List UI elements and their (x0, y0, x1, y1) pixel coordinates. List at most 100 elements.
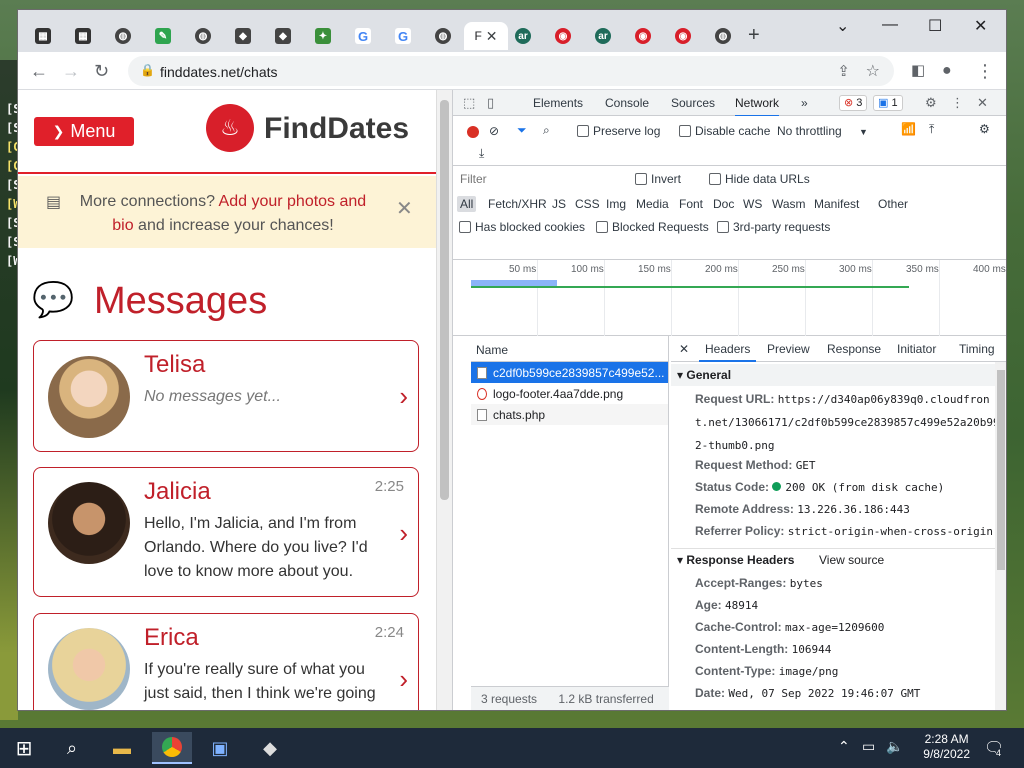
tab-8[interactable]: ✦ (304, 22, 342, 50)
network-settings-icon[interactable]: ⚙ (979, 122, 990, 136)
type-filter-font[interactable]: Font (676, 196, 706, 212)
type-filter-fetch[interactable]: Fetch/XHR (485, 196, 550, 212)
maximize-icon[interactable]: ☐ (928, 16, 942, 36)
network-overview-timeline[interactable]: 50 ms 100 ms 150 ms 200 ms 250 ms 300 ms… (453, 260, 1006, 336)
chat-card-jalicia[interactable]: Jalicia 2:25 Hello, I'm Jalicia, and I'm… (33, 467, 419, 597)
scrollbar-thumb[interactable] (997, 370, 1005, 570)
tab-initiator[interactable]: Initiator (897, 342, 936, 356)
message-count-badge[interactable]: ▣ 1 (873, 95, 903, 111)
bookmark-star-icon[interactable]: ☆ (866, 61, 880, 81)
roblox-icon[interactable]: ◆ (250, 732, 290, 764)
blocked-requests-checkbox[interactable]: Blocked Requests (596, 220, 709, 234)
clock[interactable]: 2:28 AM 9/8/2022 (923, 732, 970, 762)
search-icon[interactable]: ⌕ (52, 732, 92, 764)
finddates-logo-icon[interactable]: ♨ (206, 104, 254, 152)
request-row[interactable]: logo-footer.4aa7dde.png (471, 383, 668, 404)
close-details-icon[interactable]: ✕ (679, 342, 689, 356)
share-icon[interactable]: ⇪ (837, 62, 850, 80)
third-party-checkbox[interactable]: 3rd-party requests (717, 220, 830, 234)
tab-17[interactable]: ◉ (664, 22, 702, 50)
tab-preview[interactable]: Preview (767, 342, 810, 356)
tab-5[interactable]: ◍ (184, 22, 222, 50)
inspect-element-icon[interactable]: ⬚ (463, 95, 475, 111)
tab-6[interactable]: ◆ (224, 22, 262, 50)
type-filter-img[interactable]: Img (603, 196, 629, 212)
tab-18[interactable]: ◍ (704, 22, 742, 50)
blocked-cookies-checkbox[interactable]: Has blocked cookies (459, 220, 585, 234)
type-filter-all[interactable]: All (457, 196, 477, 212)
tab-4[interactable]: ✎ (144, 22, 182, 50)
tab-network[interactable]: Network (735, 96, 780, 117)
network-conditions-icon[interactable]: 📶 (901, 122, 916, 136)
close-tab-icon[interactable]: ✕ (486, 28, 498, 45)
show-hidden-icons-icon[interactable]: ⌃ (838, 738, 850, 755)
tab-15[interactable]: ar (584, 22, 622, 50)
type-filter-js[interactable]: JS (549, 196, 569, 212)
reload-icon[interactable]: ↻ (94, 61, 109, 81)
filter-input[interactable] (456, 170, 620, 188)
view-source-link[interactable]: View source (819, 553, 884, 567)
request-row[interactable]: chats.php (471, 404, 668, 425)
minimize-icon[interactable]: — (882, 16, 898, 34)
chrome-menu-icon[interactable]: ⋮ (976, 61, 994, 81)
tab-sources[interactable]: Sources (671, 96, 715, 110)
throttling-select[interactable]: No throttling ▼ (777, 124, 868, 138)
back-icon[interactable]: ← (30, 61, 48, 81)
type-filter-ws[interactable]: WS (740, 196, 765, 212)
scrollbar-thumb[interactable] (440, 100, 449, 500)
general-section-header[interactable]: ▾ General (671, 364, 1006, 386)
tab-13[interactable]: ar (504, 22, 542, 50)
tab-response[interactable]: Response (827, 342, 881, 356)
tab-1[interactable]: ▦ (24, 22, 62, 50)
address-bar[interactable]: 🔒 finddates.net/chats ⇪ ☆ (128, 56, 894, 86)
profile-icon[interactable]: ● (942, 61, 952, 81)
devtools-menu-icon[interactable]: ⋮ (951, 95, 964, 111)
device-toolbar-icon[interactable]: ▯ (487, 95, 494, 111)
type-filter-other[interactable]: Other (875, 196, 911, 212)
more-tabs-icon[interactable]: » (801, 96, 808, 110)
import-har-icon[interactable]: ⤒ (929, 122, 934, 137)
type-filter-media[interactable]: Media (633, 196, 672, 212)
site-logo-text[interactable]: FindDates (264, 112, 409, 146)
tab-console[interactable]: Console (605, 96, 649, 110)
forward-icon[interactable]: → (62, 61, 80, 81)
page-scrollbar[interactable] (436, 90, 452, 710)
settings-gear-icon[interactable]: ⚙ (925, 95, 937, 111)
export-har-icon[interactable]: ⤓ (479, 146, 484, 161)
tab-9[interactable]: G (344, 22, 382, 50)
tab-3[interactable]: ◍ (104, 22, 142, 50)
record-icon[interactable] (467, 126, 479, 138)
response-headers-section-header[interactable]: ▾ Response Headers View source (671, 548, 1006, 570)
volume-icon[interactable]: 🔈 (886, 738, 903, 755)
request-row[interactable]: c2df0b599ce2839857c499e52... (471, 362, 668, 383)
preserve-log-checkbox[interactable]: Preserve log (577, 124, 660, 138)
tab-10[interactable]: G (384, 22, 422, 50)
type-filter-manifest[interactable]: Manifest (811, 196, 862, 212)
chrome-taskbar-icon[interactable] (152, 732, 192, 764)
name-column-header[interactable]: Name (471, 336, 668, 362)
close-window-icon[interactable]: ✕ (974, 16, 987, 36)
tab-16[interactable]: ◉ (624, 22, 662, 50)
filter-icon[interactable]: ⏷ (517, 123, 527, 138)
new-tab-icon[interactable]: + (748, 24, 760, 47)
error-count-badge[interactable]: ⊗ 3 (839, 95, 868, 111)
side-panel-icon[interactable]: ◧ (911, 61, 925, 81)
close-banner-icon[interactable]: ✕ (396, 196, 413, 221)
tab-elements[interactable]: Elements (533, 96, 583, 110)
hide-data-urls-checkbox[interactable]: Hide data URLs (709, 172, 810, 186)
notifications-icon[interactable]: 🗨 (984, 738, 1004, 758)
network-icon[interactable]: ▭ (862, 738, 875, 755)
file-explorer-icon[interactable]: ▬ (102, 732, 142, 764)
chat-card-erica[interactable]: Erica 2:24 If you're really sure of what… (33, 613, 419, 710)
clear-icon[interactable]: ⊘ (489, 124, 499, 138)
tab-11[interactable]: ◍ (424, 22, 462, 50)
tab-headers[interactable]: Headers (698, 342, 757, 362)
chat-card-telisa[interactable]: Telisa No messages yet... › (33, 340, 419, 452)
type-filter-doc[interactable]: Doc (710, 196, 737, 212)
invert-checkbox[interactable]: Invert (635, 172, 681, 186)
type-filter-wasm[interactable]: Wasm (769, 196, 809, 212)
details-scrollbar[interactable] (995, 362, 1006, 710)
tab-search-icon[interactable]: ⌄ (836, 16, 849, 36)
close-devtools-icon[interactable]: ✕ (977, 95, 988, 111)
windows-start-icon[interactable]: ⊞ (4, 732, 44, 764)
